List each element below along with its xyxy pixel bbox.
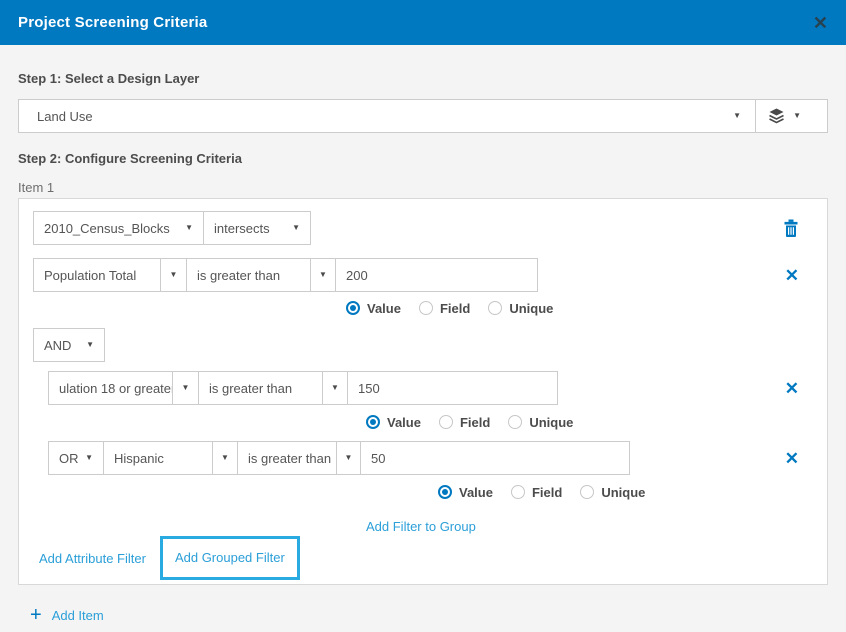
- filter-row-2: ulation 18 or greater ▼ is greater than …: [33, 371, 813, 405]
- chevron-down-icon[interactable]: ▼: [310, 258, 336, 292]
- dialog-title: Project Screening Criteria: [18, 14, 207, 31]
- filter1-radio-value[interactable]: Value: [346, 301, 401, 316]
- filter1-field-value: Population Total: [33, 258, 161, 292]
- filter2-logic-value: AND: [44, 338, 71, 353]
- filter2-radio-unique[interactable]: Unique: [508, 415, 573, 430]
- filter2-logic-select[interactable]: AND ▼: [33, 328, 105, 362]
- filter1-operator-value: is greater than: [186, 258, 311, 292]
- chevron-down-icon[interactable]: ▼: [322, 371, 348, 405]
- remove-filter3-button[interactable]: ✕: [785, 450, 799, 467]
- filter1-radio-field[interactable]: Field: [419, 301, 470, 316]
- chevron-down-icon: ▼: [86, 341, 94, 349]
- project-screening-dialog: Project Screening Criteria ✕ Step 1: Sel…: [0, 0, 846, 632]
- chevron-down-icon[interactable]: ▼: [212, 441, 238, 475]
- filter2-field-value: ulation 18 or greater: [48, 371, 173, 405]
- item-layer-value: 2010_Census_Blocks: [44, 221, 170, 236]
- layers-icon: [768, 108, 785, 124]
- item-layer-select[interactable]: 2010_Census_Blocks ▼: [33, 211, 204, 245]
- filter2-mode-radios: Value Field Unique: [366, 414, 813, 430]
- spatial-operator-value: intersects: [214, 221, 270, 236]
- remove-filter1-button[interactable]: ✕: [785, 267, 799, 284]
- filter2-value-input[interactable]: [347, 371, 558, 405]
- spatial-operator-select[interactable]: intersects ▼: [203, 211, 311, 245]
- design-layer-select[interactable]: Land Use ▼ ▼: [18, 99, 828, 133]
- filter2-operator-value: is greater than: [198, 371, 323, 405]
- logic-row: AND ▼: [33, 328, 813, 362]
- add-filter-to-group-row: Add Filter to Group: [33, 518, 813, 536]
- filter3-operator-value: is greater than: [237, 441, 337, 475]
- chevron-down-icon: ▼: [185, 224, 193, 232]
- step1-heading: Step 1: Select a Design Layer: [18, 71, 828, 86]
- filter3-field-value: Hispanic: [103, 441, 213, 475]
- filter3-radio-unique[interactable]: Unique: [580, 485, 645, 500]
- bottom-links-row: Add Attribute Filter Add Grouped Filter: [33, 536, 813, 580]
- radio-icon[interactable]: [508, 415, 522, 429]
- filter1-radio-unique[interactable]: Unique: [488, 301, 553, 316]
- trash-icon: [783, 219, 799, 238]
- radio-icon[interactable]: [419, 301, 433, 315]
- close-icon[interactable]: ✕: [813, 14, 828, 32]
- radio-icon[interactable]: [511, 485, 525, 499]
- filter2-operator-select[interactable]: is greater than ▼: [198, 371, 348, 405]
- radio-selected-icon[interactable]: [438, 485, 452, 499]
- add-item-button[interactable]: + Add Item: [18, 607, 828, 623]
- chevron-down-icon[interactable]: ▼: [172, 371, 199, 405]
- dialog-header: Project Screening Criteria ✕: [0, 0, 846, 45]
- radio-icon[interactable]: [439, 415, 453, 429]
- add-grouped-filter-highlight: Add Grouped Filter: [160, 536, 300, 580]
- layer-operator-row: 2010_Census_Blocks ▼ intersects ▼: [33, 211, 813, 245]
- radio-selected-icon[interactable]: [346, 301, 360, 315]
- filter3-operator-select[interactable]: is greater than ▼: [237, 441, 361, 475]
- chevron-down-icon: ▼: [292, 224, 300, 232]
- filter1-mode-radios: Value Field Unique: [346, 300, 813, 316]
- chevron-down-icon[interactable]: ▼: [160, 258, 187, 292]
- dialog-body: Step 1: Select a Design Layer Land Use ▼…: [0, 45, 846, 623]
- filter3-radio-value[interactable]: Value: [438, 485, 493, 500]
- radio-selected-icon[interactable]: [366, 415, 380, 429]
- screening-item-panel: 2010_Census_Blocks ▼ intersects ▼: [18, 198, 828, 585]
- add-item-label: Add Item: [52, 608, 104, 623]
- add-grouped-filter-link[interactable]: Add Grouped Filter: [175, 550, 285, 565]
- filter1-field-select[interactable]: Population Total ▼: [33, 258, 187, 292]
- filter3-field-select[interactable]: Hispanic ▼: [103, 441, 238, 475]
- remove-filter2-button[interactable]: ✕: [785, 380, 799, 397]
- chevron-down-icon[interactable]: ▼: [336, 441, 361, 475]
- item-label: Item 1: [18, 180, 828, 195]
- step2-heading: Step 2: Configure Screening Criteria: [18, 151, 828, 166]
- add-filter-to-group-link[interactable]: Add Filter to Group: [366, 519, 476, 534]
- layer-options-button[interactable]: ▼: [756, 108, 827, 124]
- filter-row-1: Population Total ▼ is greater than ▼ ✕: [33, 258, 813, 292]
- filter3-logic-value: OR: [59, 451, 79, 466]
- chevron-down-icon[interactable]: ▼: [793, 112, 815, 120]
- add-attribute-filter-link[interactable]: Add Attribute Filter: [39, 551, 146, 566]
- design-layer-value: Land Use: [19, 109, 733, 124]
- radio-icon[interactable]: [580, 485, 594, 499]
- plus-icon: +: [30, 607, 42, 623]
- filter-row-3: OR ▼ Hispanic ▼ is greater than ▼ ✕: [33, 441, 813, 475]
- filter3-radio-field[interactable]: Field: [511, 485, 562, 500]
- filter3-mode-radios: Value Field Unique: [438, 484, 813, 500]
- filter1-value-input[interactable]: [335, 258, 538, 292]
- chevron-down-icon[interactable]: ▼: [733, 112, 755, 120]
- filter1-operator-select[interactable]: is greater than ▼: [186, 258, 336, 292]
- filter3-logic-select[interactable]: OR ▼: [48, 441, 104, 475]
- filter2-radio-value[interactable]: Value: [366, 415, 421, 430]
- filter2-radio-field[interactable]: Field: [439, 415, 490, 430]
- chevron-down-icon: ▼: [85, 454, 93, 462]
- delete-item-button[interactable]: [783, 219, 799, 238]
- filter3-value-input[interactable]: [360, 441, 630, 475]
- radio-icon[interactable]: [488, 301, 502, 315]
- filter2-field-select[interactable]: ulation 18 or greater ▼: [48, 371, 199, 405]
